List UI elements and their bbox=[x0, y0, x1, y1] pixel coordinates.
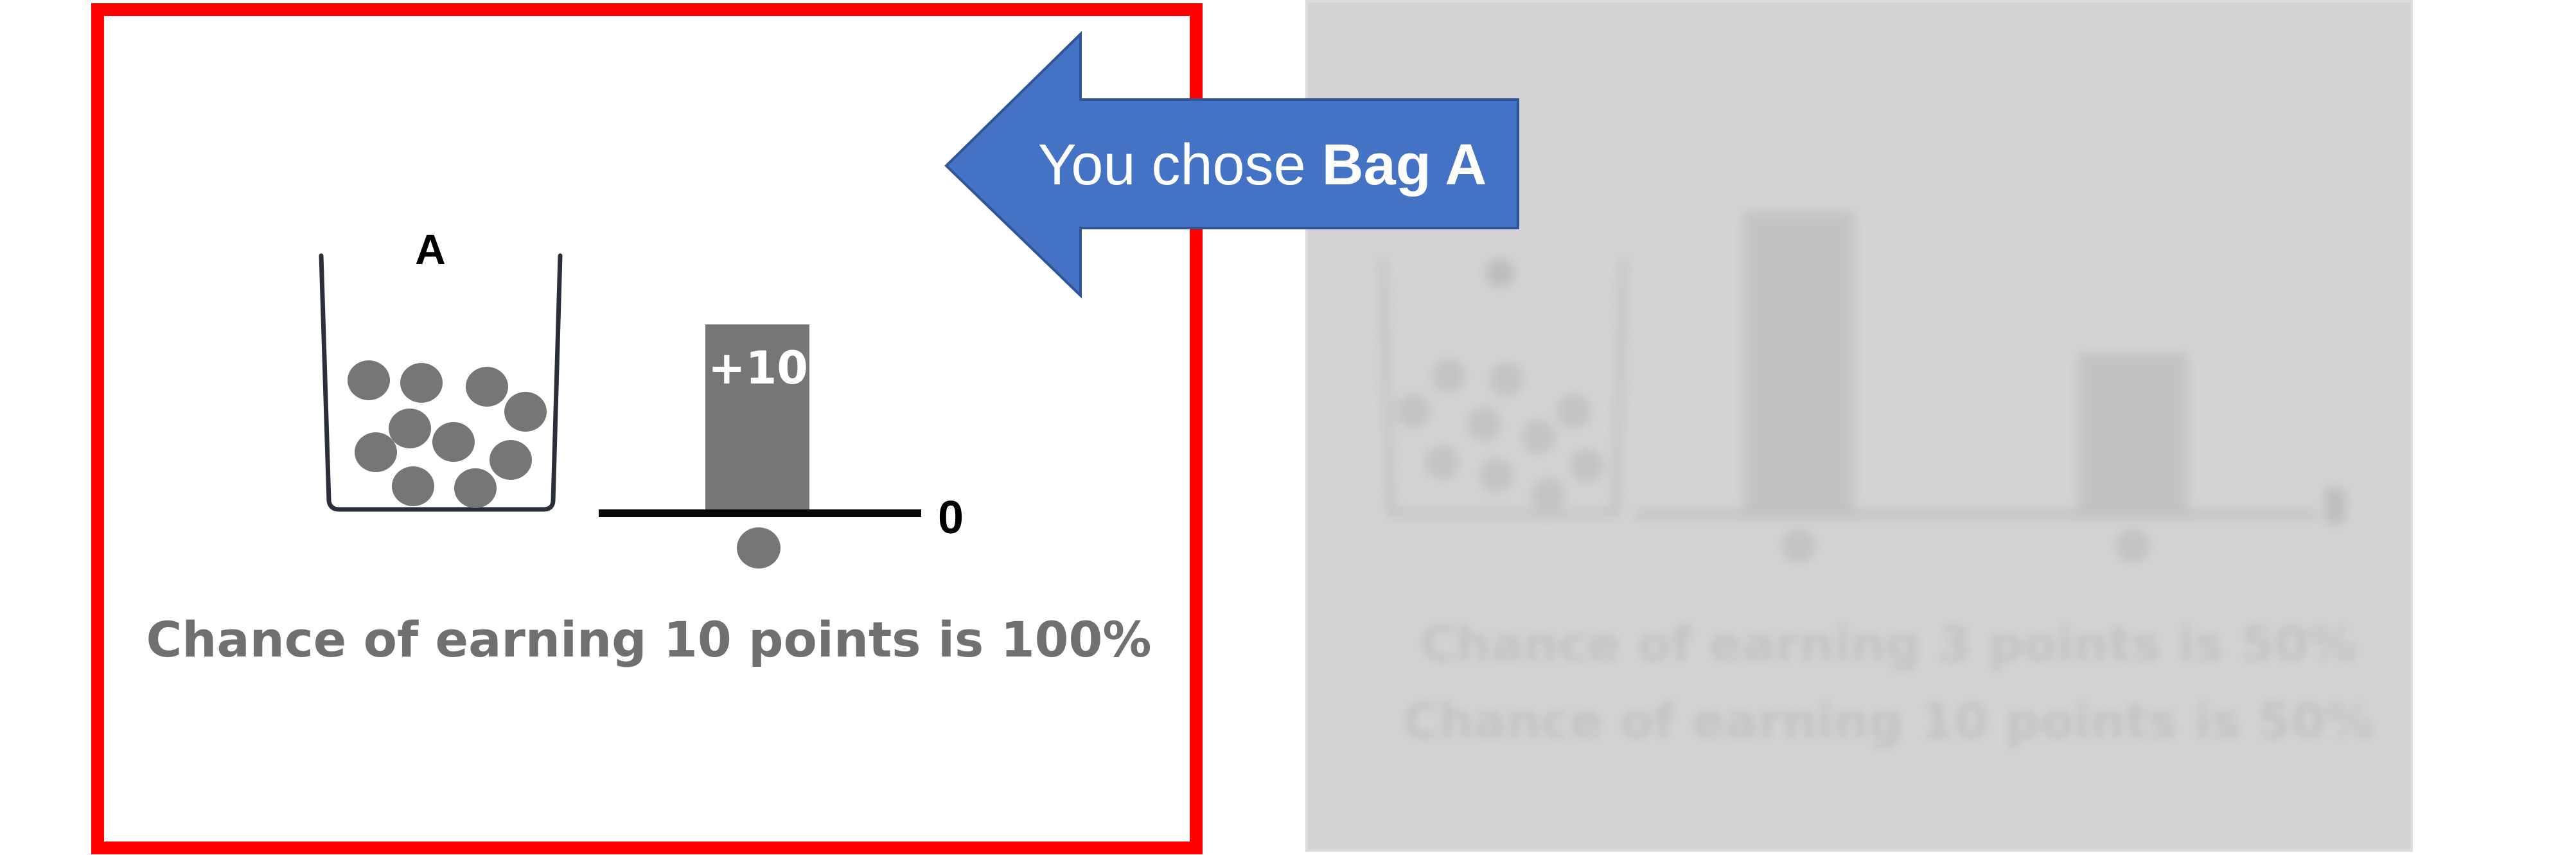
choice-arrow-prefix: You chose bbox=[1037, 133, 1322, 197]
choice-arrow-choice: Bag A bbox=[1321, 133, 1487, 197]
left-arrow-icon bbox=[944, 31, 1519, 299]
choice-feedback-screen: Chance of earning 3 points is 50% Chance… bbox=[0, 0, 2576, 855]
choice-arrow-text: You chose Bag A bbox=[1002, 136, 1522, 194]
